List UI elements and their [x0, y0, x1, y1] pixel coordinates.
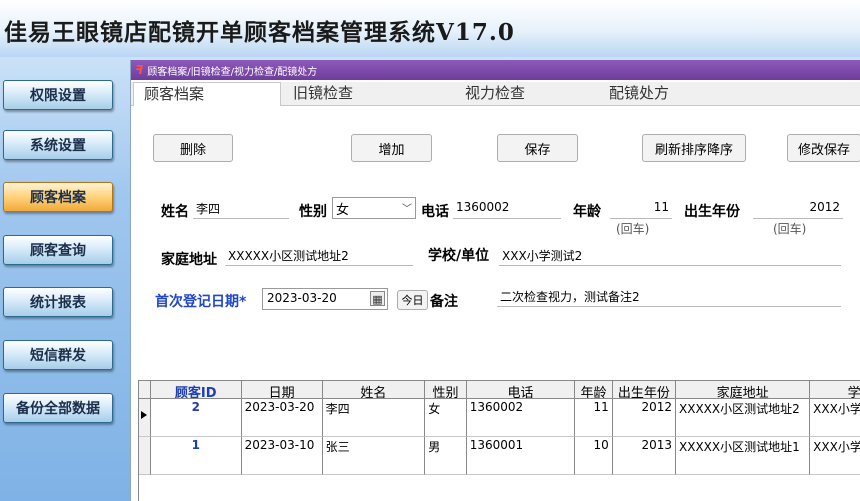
refresh-sort-button[interactable]: 刷新排序降序 — [642, 134, 746, 162]
gender-value: 女 — [336, 203, 350, 218]
cell-date[interactable]: 2023-03-20 — [241, 399, 323, 437]
school-field[interactable]: XXX小学测试2 — [499, 245, 841, 266]
sidebar-item-sms[interactable]: 短信群发 — [3, 340, 113, 370]
table-row[interactable]: 2 2023-03-20 李四 女 1360002 11 2012 XXXXX小… — [139, 399, 860, 437]
cell-school[interactable]: XXX小学 — [810, 437, 860, 475]
birth-year-field[interactable]: 2012 — [753, 198, 843, 219]
col-header-id[interactable]: 顾客ID — [150, 381, 242, 399]
tab-old-glasses[interactable]: 旧镜检查 — [283, 82, 453, 106]
cell-address[interactable]: XXXXX小区测试地址1 — [676, 437, 811, 475]
col-header-date[interactable]: 日期 — [241, 381, 323, 399]
age-field[interactable]: 11 — [610, 198, 672, 219]
name-label: 姓名 — [161, 204, 189, 220]
birth-year-label: 出生年份 — [684, 204, 740, 220]
first-date-label: 首次登记日期* — [155, 294, 247, 310]
add-button[interactable]: 增加 — [351, 134, 432, 162]
customer-table: 顾客ID 日期 姓名 性别 电话 年龄 出生年份 家庭地址 学 2 2023-0… — [138, 380, 860, 501]
gender-label: 性别 — [299, 204, 327, 220]
cell-id[interactable]: 1 — [150, 437, 242, 475]
cell-birth-year[interactable]: 2012 — [612, 399, 676, 437]
remark-label: 备注 — [430, 294, 458, 310]
table-row[interactable]: 1 2023-03-10 张三 男 1360001 10 2013 XXXXX小… — [139, 437, 860, 475]
col-header-age[interactable]: 年龄 — [575, 381, 613, 399]
cell-date[interactable]: 2023-03-10 — [241, 437, 323, 475]
age-hint: (回车) — [616, 222, 650, 236]
main-panel: ꟻ 顾客档案/旧镜检查/视力检查/配镜处方 顾客档案 旧镜检查 视力检查 配镜处… — [130, 60, 860, 501]
col-header-phone[interactable]: 电话 — [466, 381, 576, 399]
col-header-school[interactable]: 学 — [810, 381, 860, 399]
panel-title: 顾客档案/旧镜检查/视力检查/配镜处方 — [147, 66, 318, 78]
table-header-row: 顾客ID 日期 姓名 性别 电话 年龄 出生年份 家庭地址 学 — [139, 381, 860, 399]
sidebar-item-statistics[interactable]: 统计报表 — [3, 287, 113, 317]
save-button[interactable]: 保存 — [497, 134, 578, 162]
today-button[interactable]: 今日 — [397, 290, 428, 310]
cell-gender[interactable]: 女 — [425, 399, 467, 437]
col-header-address[interactable]: 家庭地址 — [676, 381, 811, 399]
first-date-picker[interactable]: 2023-03-20 ▦ — [262, 288, 388, 310]
birth-year-hint: (回车) — [773, 222, 807, 236]
address-field[interactable]: XXXXX小区测试地址2 — [225, 245, 413, 266]
modify-save-button[interactable]: 修改保存 — [787, 134, 860, 162]
cell-age[interactable]: 11 — [575, 399, 613, 437]
first-date-value: 2023-03-20 — [267, 291, 337, 305]
panel-header: ꟻ 顾客档案/旧镜检查/视力检查/配镜处方 — [131, 60, 860, 80]
customer-form: 删除 增加 保存 刷新排序降序 修改保存 姓名 李四 性别 女 ﹀ 电话 136… — [131, 106, 860, 501]
tab-vision-check[interactable]: 视力检查 — [455, 82, 597, 106]
school-label: 学校/单位 — [428, 248, 490, 264]
sidebar-item-customer-query[interactable]: 顾客查询 — [3, 235, 113, 265]
app-title: 佳易王眼镜店配镜开单顾客档案管理系统V17.0 — [4, 19, 515, 46]
chevron-down-icon: ﹀ — [402, 204, 412, 215]
phone-label: 电话 — [421, 204, 449, 220]
cell-gender[interactable]: 男 — [425, 437, 467, 475]
cell-school[interactable]: XXX小学 — [810, 399, 860, 437]
row-indicator — [139, 399, 151, 437]
col-header-birth-year[interactable]: 出生年份 — [612, 381, 676, 399]
row-indicator — [139, 437, 151, 475]
cell-phone[interactable]: 1360001 — [466, 437, 576, 475]
tab-prescription[interactable]: 配镜处方 — [599, 82, 743, 106]
gender-select[interactable]: 女 ﹀ — [332, 197, 416, 219]
delete-button[interactable]: 删除 — [153, 134, 233, 162]
row-indicator-header — [139, 381, 151, 399]
cell-id[interactable]: 2 — [150, 399, 242, 437]
sidebar-item-permissions[interactable]: 权限设置 — [3, 80, 113, 110]
cell-phone[interactable]: 1360002 — [466, 399, 576, 437]
phone-field[interactable]: 1360002 — [453, 198, 561, 219]
age-label: 年龄 — [573, 204, 601, 220]
col-header-gender[interactable]: 性别 — [425, 381, 467, 399]
app-title-bar: 佳易王眼镜店配镜开单顾客档案管理系统V17.0 — [0, 0, 860, 57]
cell-name[interactable]: 张三 — [322, 437, 426, 475]
sidebar: 权限设置 系统设置 顾客档案 顾客查询 统计报表 短信群发 备份全部数据 — [0, 57, 130, 501]
remark-field[interactable]: 二次检查视力，测试备注2 — [497, 286, 841, 307]
tab-bar: 顾客档案 旧镜检查 视力检查 配镜处方 — [131, 82, 860, 106]
current-row-arrow-icon — [141, 411, 147, 419]
cell-address[interactable]: XXXXX小区测试地址2 — [676, 399, 811, 437]
cell-name[interactable]: 李四 — [322, 399, 426, 437]
sidebar-item-customer-records[interactable]: 顾客档案 — [3, 182, 113, 212]
tab-customer-records[interactable]: 顾客档案 — [133, 82, 281, 106]
cell-age[interactable]: 10 — [575, 437, 613, 475]
sidebar-item-backup[interactable]: 备份全部数据 — [3, 393, 113, 423]
sidebar-item-system-settings[interactable]: 系统设置 — [3, 130, 113, 160]
name-field[interactable]: 李四 — [193, 198, 289, 219]
col-header-name[interactable]: 姓名 — [322, 381, 426, 399]
cell-birth-year[interactable]: 2013 — [612, 437, 676, 475]
calendar-icon[interactable]: ▦ — [370, 291, 385, 306]
address-label: 家庭地址 — [161, 252, 217, 268]
app-logo-icon: ꟻ — [135, 63, 144, 77]
